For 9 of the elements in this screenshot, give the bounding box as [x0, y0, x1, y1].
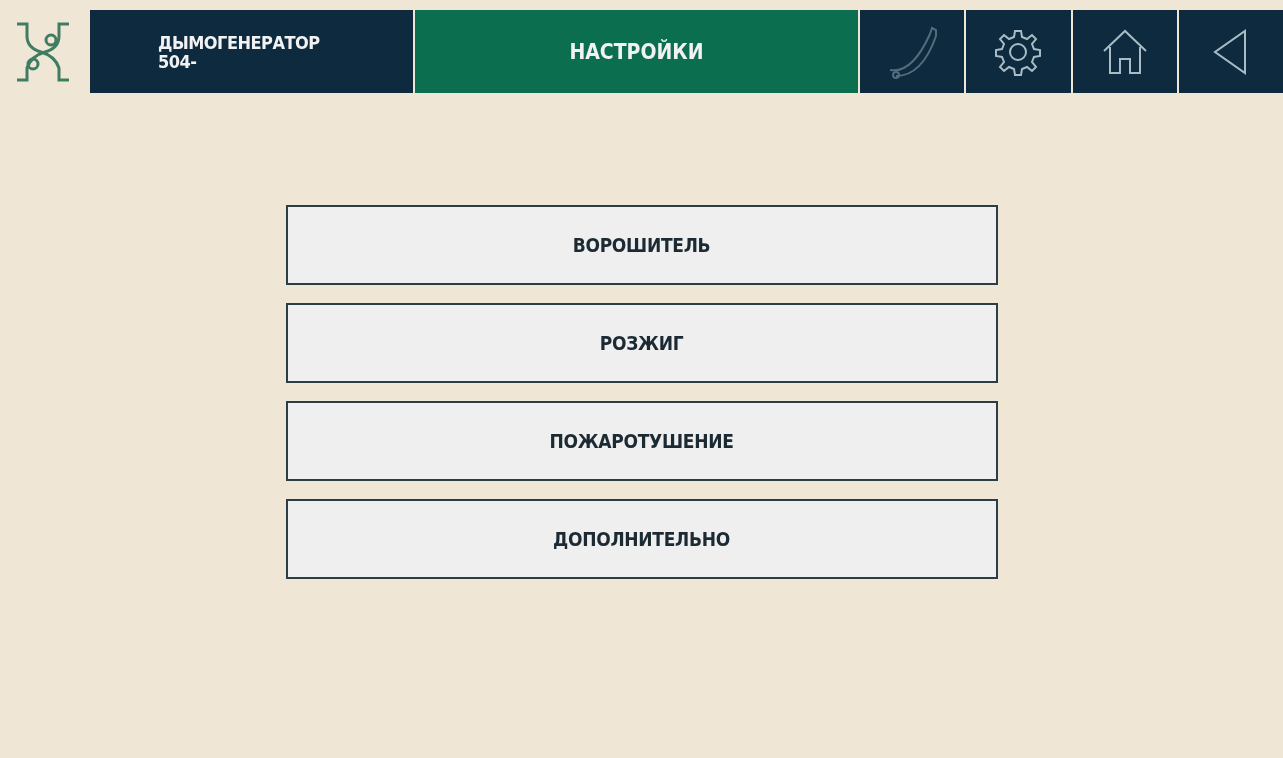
nav-button[interactable]	[1178, 10, 1283, 93]
device-title: ДЫМОГЕНЕРАТОР 504-	[158, 32, 320, 71]
menu-button[interactable]: ДОПОЛНИТЕЛЬНО	[285, 499, 998, 579]
menu-button[interactable]: ВОРОШИТЕЛЬ	[285, 205, 998, 285]
nav-button[interactable]	[1072, 10, 1177, 93]
nav-button[interactable]	[966, 10, 1071, 93]
menu-button[interactable]: РОЗЖИГ	[285, 303, 998, 383]
menu-button[interactable]: ПОЖАРОТУШЕНИЕ	[285, 401, 998, 481]
page-title: НАСТРОЙКИ	[415, 10, 858, 93]
